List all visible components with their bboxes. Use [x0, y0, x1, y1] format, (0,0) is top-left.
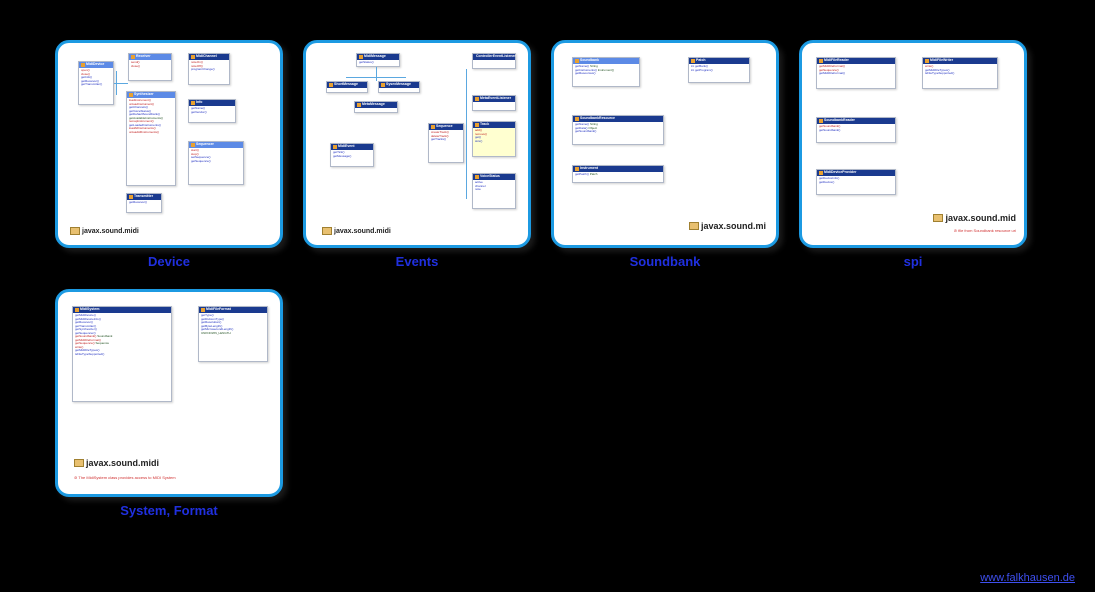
- note-text: file from Soundbank resource uri: [954, 228, 1016, 233]
- caption-soundbank: Soundbank: [630, 254, 701, 269]
- uml-header: ControllerEventListener: [473, 54, 515, 60]
- card-wrap-events: MidiMessage getStatus() ShortMessage Sys…: [303, 40, 531, 269]
- caption-spi: spi: [904, 254, 923, 269]
- card-wrap-soundbank: Soundbank getName() StringgetInstruments…: [551, 40, 779, 269]
- card-wrap-spi: MidiFileReader getMidiFileFormat()getSeq…: [799, 40, 1027, 269]
- package-label: javax.sound.midi: [70, 227, 139, 235]
- caption-system-format: System, Format: [120, 503, 218, 518]
- uml-header: ShortMessage: [327, 82, 367, 88]
- uml-header: MetaEventListener: [473, 96, 515, 102]
- package-label: javax.sound.midi: [322, 227, 391, 235]
- note-text: The MidiSystem class provides access to …: [74, 475, 176, 480]
- caption-events: Events: [396, 254, 439, 269]
- package-label: javax.sound.mi: [689, 221, 766, 231]
- card-soundbank[interactable]: Soundbank getName() StringgetInstruments…: [551, 40, 779, 248]
- card-device[interactable]: MidiDevice open()close()getInfo()getRece…: [55, 40, 283, 248]
- caption-device: Device: [148, 254, 190, 269]
- footer-link[interactable]: www.falkhausen.de: [980, 572, 1075, 584]
- uml-header: MetaMessage: [355, 102, 397, 108]
- card-system-format[interactable]: MidiSystem getMidiDevice() getMidiDevice…: [55, 289, 283, 497]
- uml-header: SysexMessage: [379, 82, 419, 88]
- card-wrap-device: MidiDevice open()close()getInfo()getRece…: [55, 40, 283, 269]
- card-events[interactable]: MidiMessage getStatus() ShortMessage Sys…: [303, 40, 531, 248]
- package-label: javax.sound.midi: [74, 458, 159, 468]
- card-spi[interactable]: MidiFileReader getMidiFileFormat()getSeq…: [799, 40, 1027, 248]
- thumbnail-grid: MidiDevice open()close()getInfo()getRece…: [0, 0, 1095, 518]
- card-wrap-system-format: MidiSystem getMidiDevice() getMidiDevice…: [55, 289, 283, 518]
- package-label: javax.sound.mid: [933, 213, 1016, 223]
